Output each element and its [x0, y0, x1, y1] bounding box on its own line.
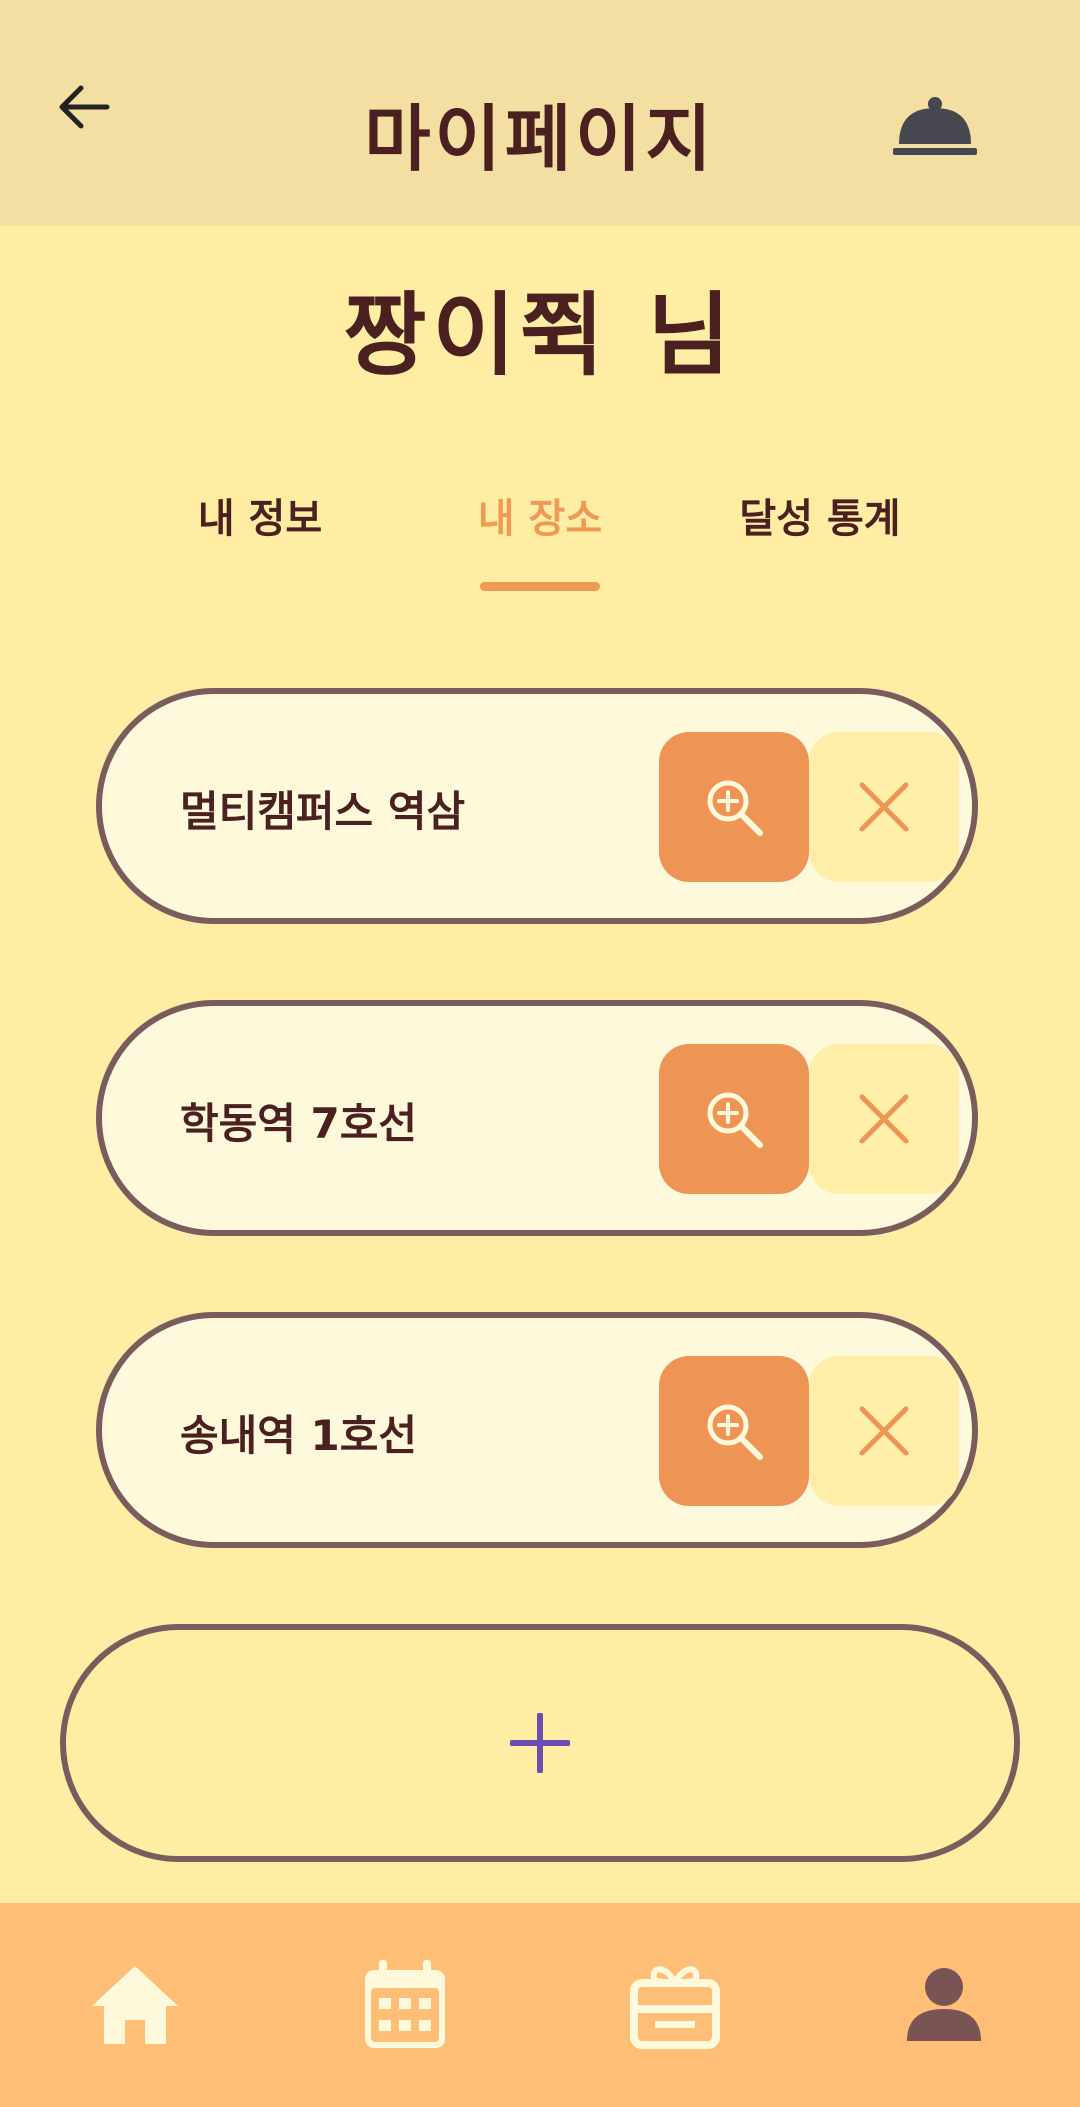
zoom-place-button[interactable]	[659, 1044, 809, 1194]
notification-button[interactable]	[893, 96, 977, 160]
nav-profile[interactable]	[894, 1955, 994, 2055]
remove-place-button[interactable]	[809, 1356, 959, 1506]
zoom-place-button[interactable]	[659, 732, 809, 882]
user-name: 짱이쮝 님	[343, 283, 737, 388]
home-icon	[92, 1966, 178, 2044]
nav-home[interactable]	[85, 1955, 185, 2055]
place-card: 송내역 1호선	[96, 1312, 978, 1548]
zoom-place-button[interactable]	[659, 1356, 809, 1506]
gift-icon	[630, 1966, 720, 2049]
tab-my-places[interactable]: 내 장소	[420, 486, 660, 544]
active-tab-indicator	[480, 582, 600, 591]
close-icon	[859, 1094, 909, 1144]
bottom-nav	[0, 1903, 1080, 2107]
nav-gift[interactable]	[625, 1955, 725, 2055]
zoom-in-icon	[707, 780, 763, 836]
zoom-in-icon	[707, 1404, 763, 1460]
place-name: 멀티캠퍼스 역삼	[180, 787, 466, 836]
calendar-icon	[365, 1960, 445, 2048]
close-icon	[859, 782, 909, 832]
plus-icon	[510, 1713, 570, 1773]
app-header: 마이페이지	[0, 0, 1080, 226]
nav-calendar[interactable]	[355, 1955, 455, 2055]
place-name: 학동역 7호선	[180, 1099, 418, 1148]
tab-achievement-stats[interactable]: 달성 통계	[700, 486, 940, 544]
place-card: 학동역 7호선	[96, 1000, 978, 1236]
place-name: 송내역 1호선	[180, 1411, 418, 1460]
remove-place-button[interactable]	[809, 1044, 959, 1194]
close-icon	[859, 1406, 909, 1456]
bell-icon	[893, 97, 977, 155]
place-card: 멀티캠퍼스 역삼	[96, 688, 978, 924]
add-place-button[interactable]	[60, 1624, 1020, 1862]
tab-my-info[interactable]: 내 정보	[140, 486, 380, 544]
person-icon	[907, 1968, 981, 2041]
zoom-in-icon	[707, 1092, 763, 1148]
remove-place-button[interactable]	[809, 732, 959, 882]
